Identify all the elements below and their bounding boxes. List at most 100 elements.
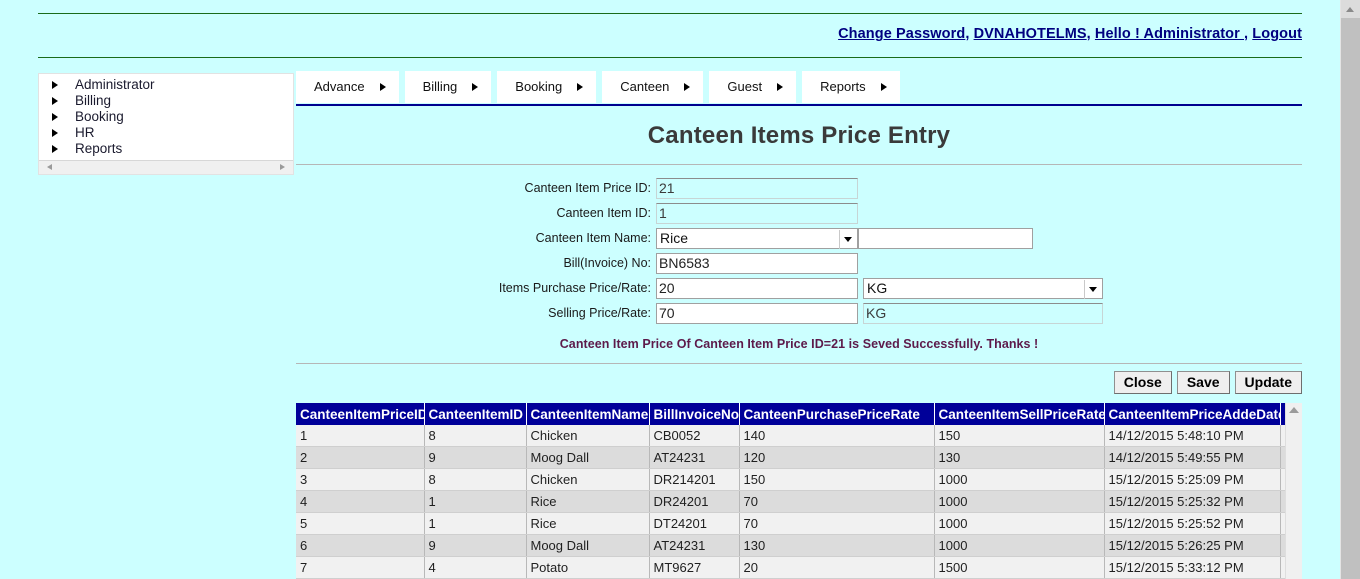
selling-price-rate-input[interactable] <box>656 302 858 324</box>
expand-triangle-icon[interactable] <box>52 129 58 137</box>
table-cell: 4 <box>424 556 527 579</box>
logout-link[interactable]: Logout <box>1252 26 1302 42</box>
table-cell: 1000 <box>934 512 1105 535</box>
menu-item-billing[interactable]: Billing <box>404 71 492 103</box>
header-rule-bottom <box>38 57 1302 58</box>
form-button-bar: Close Save Update <box>296 364 1302 394</box>
table-row[interactable]: 6 9 Moog Dall AT24231 130 1000 15/12/2015 5:26… <box>296 534 1285 557</box>
table-cell: DR24201 <box>649 490 740 513</box>
scroll-left-arrow-icon[interactable] <box>47 164 52 170</box>
table-cell: 6 <box>296 534 425 557</box>
form-row-selling-price: Selling Price/Rate: <box>296 301 1302 326</box>
canteen-price-grid: CanteenItemPriceID CanteenItemID CanteenIt… <box>296 403 1285 579</box>
browser-scroll-up-arrow-icon[interactable] <box>1341 0 1360 18</box>
canteen-item-id-input[interactable] <box>656 202 858 224</box>
items-purchase-price-rate-input[interactable] <box>656 277 858 299</box>
scroll-right-arrow-icon[interactable] <box>280 164 285 170</box>
table-cell: AT24231 <box>649 446 740 469</box>
grid-column-header[interactable]: CanteenItemName <box>526 403 650 425</box>
grid-column-header[interactable]: CanteenItemID <box>424 403 527 425</box>
sidebar-item-label: Administrator <box>75 77 155 92</box>
grid-column-header[interactable]: CanteenItemPriceAddeDate <box>1104 403 1281 425</box>
browser-vertical-scrollbar[interactable] <box>1340 0 1360 579</box>
sidebar-horizontal-scrollbar[interactable] <box>39 160 293 174</box>
menu-item-advance[interactable]: Advance <box>296 71 399 103</box>
table-row[interactable]: 4 1 Rice DR24201 70 1000 15/12/2015 5:25:32 PM… <box>296 490 1285 513</box>
menu-item-reports[interactable]: Reports <box>802 71 900 103</box>
grid-column-header[interactable]: BillInvoiceNo <box>649 403 740 425</box>
table-cell: 5 <box>296 512 425 535</box>
greeting-link[interactable]: Hello ! Administrator <box>1095 26 1244 42</box>
table-cell: 15/12/2015 5:26:25 PM <box>1104 534 1281 557</box>
scroll-up-arrow-icon[interactable] <box>1289 407 1299 413</box>
header-rule-top <box>38 13 1302 14</box>
canteen-item-name-text-input[interactable] <box>858 227 1033 249</box>
table-row[interactable]: 3 8 Chicken DR214201 150 1000 15/12/2015 5:25:… <box>296 468 1285 491</box>
purchase-unit-select[interactable]: KG <box>863 277 1103 299</box>
close-button[interactable]: Close <box>1113 371 1172 394</box>
change-password-link[interactable]: Change Password <box>838 26 965 42</box>
sidebar-item-reports[interactable]: Reports <box>39 141 293 157</box>
chevron-right-icon[interactable] <box>577 83 584 91</box>
grid-header: CanteenItemPriceID CanteenItemID CanteenIt… <box>296 403 1285 425</box>
form-row-item-name: Canteen Item Name: Rice <box>296 226 1302 251</box>
chevron-right-icon[interactable] <box>880 83 887 91</box>
update-button[interactable]: Update <box>1234 371 1302 394</box>
menu-item-guest[interactable]: Guest <box>709 71 797 103</box>
grid-column-header[interactable]: CanteenPurchasePriceRate <box>739 403 935 425</box>
sidebar-item-administrator[interactable]: Administrator <box>39 77 293 93</box>
grid-viewport: CanteenItemPriceID CanteenItemID CanteenIt… <box>296 403 1285 579</box>
canteen-item-name-select[interactable]: Rice <box>656 227 858 249</box>
app-home-link[interactable]: DVNAHOTELMS <box>974 26 1087 42</box>
expand-triangle-icon[interactable] <box>52 113 58 121</box>
sidebar-item-booking[interactable]: Booking <box>39 109 293 125</box>
sidebar-item-label: Booking <box>75 109 124 124</box>
table-row[interactable]: 1 8 Chicken CB0052 140 150 14/12/2015 5:48:10 … <box>296 425 1285 447</box>
sidebar-tree-list: Administrator Billing Booking HR Reports <box>39 74 293 157</box>
chevron-down-icon[interactable] <box>1089 286 1097 292</box>
menu-item-canteen[interactable]: Canteen <box>602 71 704 103</box>
table-cell: 14/12/2015 5:48:10 PM <box>1104 425 1281 447</box>
table-cell: 20 <box>739 556 935 579</box>
label-selling-price-rate: Selling Price/Rate: <box>548 306 651 320</box>
table-row[interactable]: 2 9 Moog Dall AT24231 120 130 14/12/2015 5:49:… <box>296 446 1285 469</box>
chevron-right-icon[interactable] <box>379 83 386 91</box>
label-canteen-item-price-id: Canteen Item Price ID: <box>524 181 651 195</box>
grid-vertical-scrollbar[interactable] <box>1285 403 1302 579</box>
form-row-bill-invoice-no: Bill(Invoice) No: <box>296 251 1302 276</box>
chevron-right-icon[interactable] <box>472 83 479 91</box>
table-cell: MT9627 <box>649 556 740 579</box>
table-row[interactable]: 5 1 Rice DT24201 70 1000 15/12/2015 5:25:52 PM… <box>296 512 1285 535</box>
menu-item-booking[interactable]: Booking <box>497 71 597 103</box>
menu-underline <box>296 104 1302 106</box>
table-row[interactable]: 7 4 Potato MT9627 20 1500 15/12/2015 5:33:12 P… <box>296 556 1285 579</box>
selling-unit-input[interactable] <box>863 302 1103 324</box>
table-cell: 7 <box>296 556 425 579</box>
table-cell: 15/12/2015 5:33:12 PM <box>1104 556 1281 579</box>
chevron-down-icon[interactable] <box>844 236 852 242</box>
canteen-item-price-id-input[interactable] <box>656 177 858 199</box>
table-cell: 150 <box>739 468 935 491</box>
chevron-right-icon[interactable] <box>684 83 691 91</box>
sidebar-item-billing[interactable]: Billing <box>39 93 293 109</box>
expand-triangle-icon[interactable] <box>52 97 58 105</box>
sidebar-item-hr[interactable]: HR <box>39 125 293 141</box>
table-cell: Chicken <box>526 425 650 447</box>
table-cell: 130 <box>934 446 1105 469</box>
table-cell: 14/12/2015 5:49:55 PM <box>1104 446 1281 469</box>
form-row-item-id: Canteen Item ID: <box>296 201 1302 226</box>
grid-column-header[interactable]: CanteenItemSellPriceRate <box>934 403 1105 425</box>
table-cell: 3 <box>296 468 425 491</box>
table-cell: 15/12/2015 5:25:32 PM <box>1104 490 1281 513</box>
table-cell: 130 <box>739 534 935 557</box>
grid-column-header[interactable]: CanteenItemPriceID <box>296 403 425 425</box>
chevron-right-icon[interactable] <box>777 83 784 91</box>
price-entry-form: Canteen Item Price ID: Canteen Item ID: … <box>296 165 1302 326</box>
bill-invoice-no-input[interactable] <box>656 252 858 274</box>
table-cell: Moog Dall <box>526 534 650 557</box>
link-separator: , <box>1086 26 1095 42</box>
expand-triangle-icon[interactable] <box>52 145 58 153</box>
save-button[interactable]: Save <box>1176 371 1230 394</box>
expand-triangle-icon[interactable] <box>52 81 58 89</box>
sidebar-item-label: HR <box>75 125 95 140</box>
